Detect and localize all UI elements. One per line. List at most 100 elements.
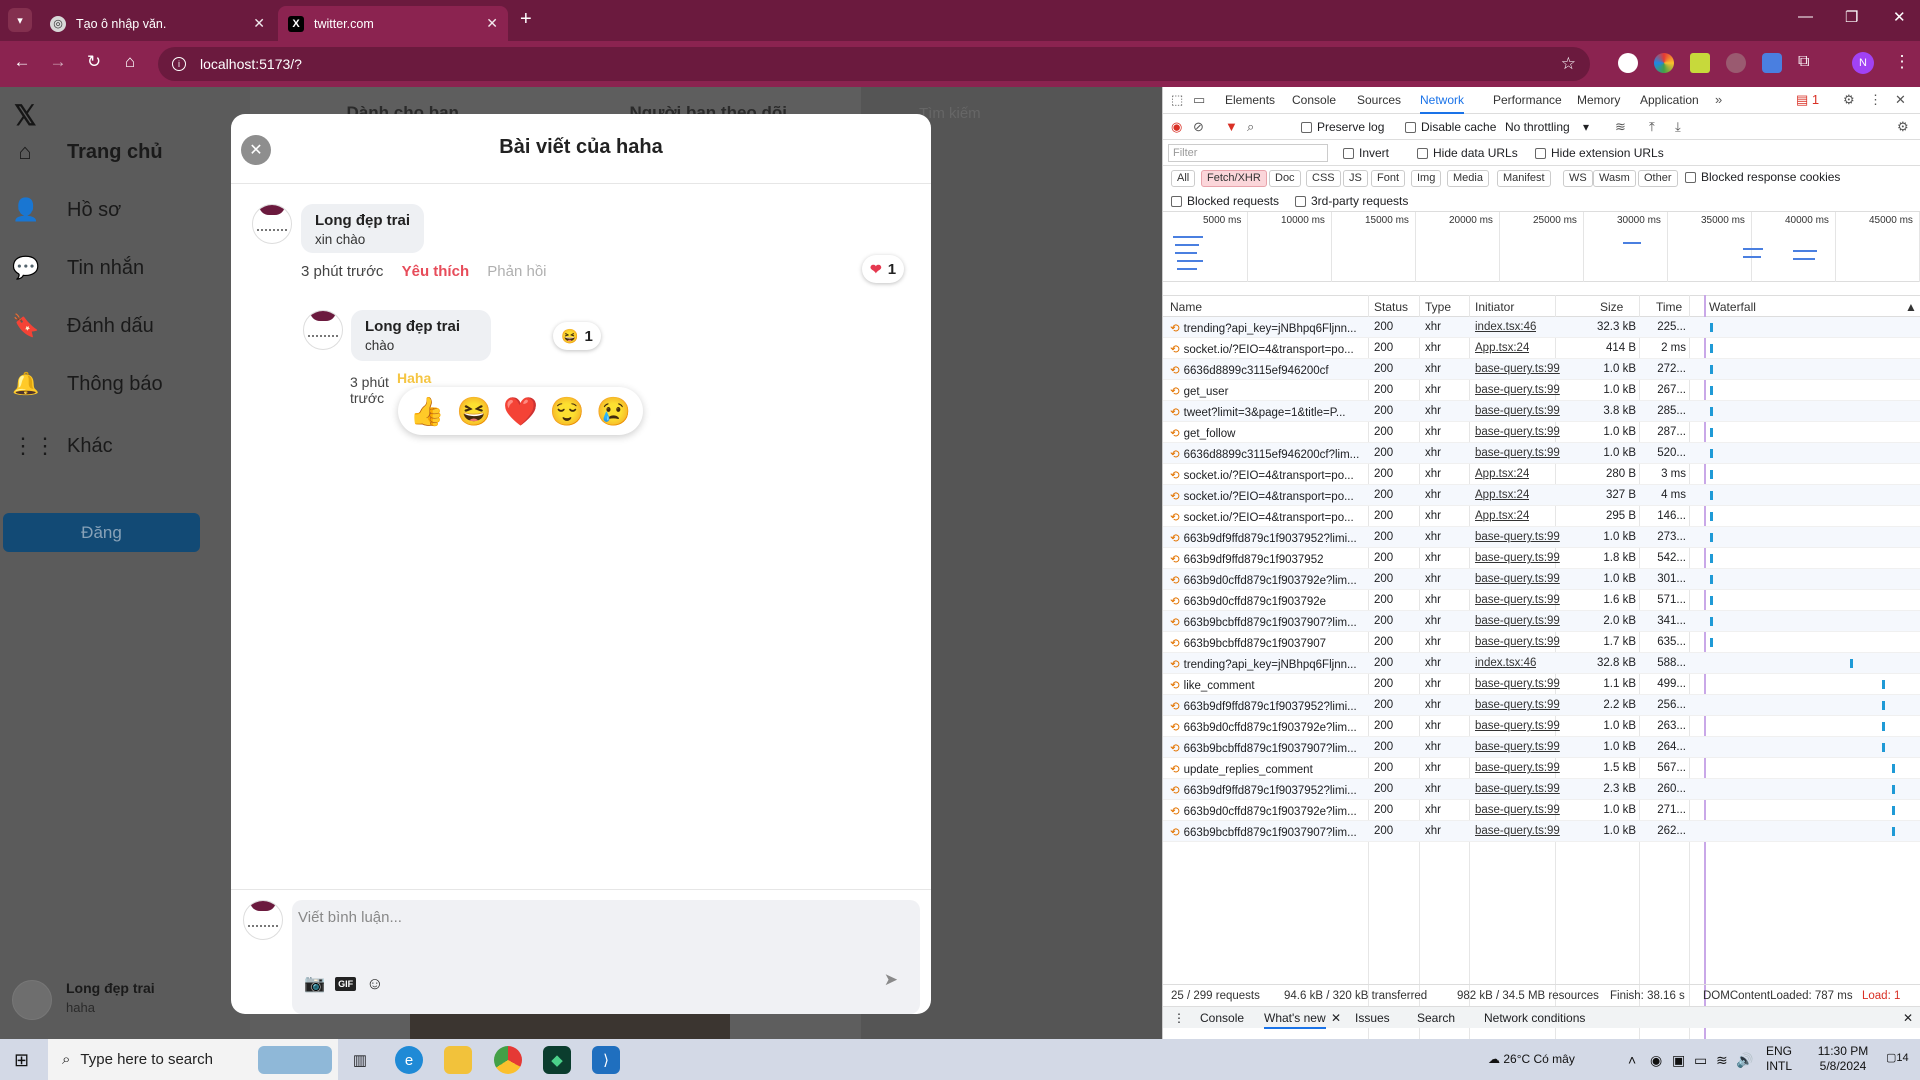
chip-img[interactable]: Img — [1411, 170, 1442, 187]
request-row[interactable]: ⟲ 663b9d0cffd879c1f903792e 200 xhr base-quer… — [1163, 590, 1920, 611]
request-initiator[interactable]: base-query.ts:99 — [1475, 531, 1560, 543]
clear-icon[interactable]: ⊘ — [1193, 119, 1204, 135]
current-user-card[interactable]: Long đẹp trai haha — [12, 980, 155, 1020]
request-initiator[interactable]: base-query.ts:99 — [1475, 783, 1560, 795]
task-view-icon[interactable]: ▥ — [346, 1046, 374, 1074]
chrome-icon[interactable] — [494, 1046, 522, 1074]
mongodb-compass-icon[interactable]: ◆ — [543, 1046, 571, 1074]
like-reaction-icon[interactable]: 👍 — [410, 395, 445, 428]
sad-reaction-icon[interactable]: 😢 — [596, 395, 631, 428]
search-icon[interactable]: ⌕ — [1247, 119, 1254, 135]
like-button[interactable]: Yêu thích — [402, 263, 470, 280]
gif-icon[interactable]: GIF — [335, 977, 357, 991]
reply-reaction-badge[interactable]: 😆 1 — [553, 322, 601, 350]
preserve-log-checkbox[interactable]: Preserve log — [1301, 120, 1384, 134]
col-status[interactable]: Status — [1374, 300, 1408, 314]
request-row[interactable]: ⟲ 663b9bcbffd879c1f9037907?lim... 200 xhr ba… — [1163, 737, 1920, 758]
nav-bookmarks[interactable]: 🔖 Đánh dấu — [12, 313, 154, 339]
extension-icon[interactable] — [1654, 53, 1674, 73]
request-row[interactable]: ⟲ like_comment 200 xhr base-query.ts:99 1.1 k… — [1163, 674, 1920, 695]
translate-icon[interactable] — [1762, 53, 1782, 73]
sort-up-icon[interactable]: ▲ — [1905, 300, 1917, 314]
chip-doc[interactable]: Doc — [1269, 170, 1301, 187]
blocked-requests-checkbox[interactable]: Blocked requests — [1171, 194, 1279, 208]
network-settings-icon[interactable]: ⚙ — [1897, 119, 1909, 135]
post-button[interactable]: Đăng — [3, 513, 200, 552]
extension-icon[interactable] — [1618, 53, 1638, 73]
drawer-menu-icon[interactable]: ⋮ — [1173, 1011, 1185, 1025]
col-name[interactable]: Name — [1170, 300, 1202, 314]
battery-icon[interactable]: ▭ — [1694, 1052, 1707, 1069]
browser-tab[interactable]: ◎ Tạo ô nhập văn. ✕ — [40, 6, 275, 41]
request-row[interactable]: ⟲ 663b9bcbffd879c1f9037907?lim... 200 xhr ba… — [1163, 611, 1920, 632]
request-row[interactable]: ⟲ 663b9d0cffd879c1f903792e?lim... 200 xhr ba… — [1163, 569, 1920, 590]
notification-center-icon[interactable]: ▢14 — [1886, 1051, 1909, 1064]
love-reaction-icon[interactable]: ❤️ — [503, 395, 538, 428]
new-tab-button[interactable]: + — [520, 8, 532, 31]
request-initiator[interactable]: base-query.ts:99 — [1475, 825, 1560, 837]
home-icon[interactable]: ⌂ — [118, 52, 142, 72]
chip-media[interactable]: Media — [1447, 170, 1489, 187]
address-bar[interactable]: i localhost:5173/? ☆ — [158, 47, 1590, 81]
request-row[interactable]: ⟲ 663b9df9ffd879c1f9037952 200 xhr base-quer… — [1163, 548, 1920, 569]
request-row[interactable]: ⟲ 6636d8899c3115ef946200cf 200 xhr base-quer… — [1163, 359, 1920, 380]
browser-tab-active[interactable]: X twitter.com ✕ — [278, 6, 508, 41]
disable-cache-checkbox[interactable]: Disable cache — [1405, 120, 1496, 134]
more-tabs-icon[interactable]: » — [1715, 92, 1722, 107]
chip-css[interactable]: CSS — [1306, 170, 1341, 187]
invert-checkbox[interactable]: Invert — [1343, 146, 1389, 160]
nav-messages[interactable]: 💬 Tin nhắn — [12, 255, 144, 281]
third-party-checkbox[interactable]: 3rd-party requests — [1295, 194, 1408, 208]
network-conditions-icon[interactable]: ≋ — [1615, 119, 1626, 135]
wifi-icon[interactable]: ≋ — [1716, 1052, 1728, 1069]
request-row[interactable]: ⟲ tweet?limit=3&page=1&title=P... 200 xhr ba… — [1163, 401, 1920, 422]
request-row[interactable]: ⟲ update_replies_comment 200 xhr base-query.… — [1163, 758, 1920, 779]
close-drawer-icon[interactable]: ✕ — [1903, 1011, 1913, 1025]
chip-wasm[interactable]: Wasm — [1593, 170, 1636, 187]
extension-icon[interactable] — [1726, 53, 1746, 73]
tab-network[interactable]: Network — [1420, 93, 1465, 114]
forward-icon[interactable]: → — [46, 52, 70, 72]
request-row[interactable]: ⟲ 663b9df9ffd879c1f9037952?limi... 200 xhr b… — [1163, 779, 1920, 800]
col-type[interactable]: Type — [1425, 300, 1451, 314]
request-row[interactable]: ⟲ get_user 200 xhr base-query.ts:99 1.0 kB 267… — [1163, 380, 1920, 401]
menu-kebab-icon[interactable]: ⋮ — [1890, 52, 1914, 72]
request-initiator[interactable]: base-query.ts:99 — [1475, 699, 1560, 711]
close-devtools-icon[interactable]: ✕ — [1895, 92, 1906, 108]
vscode-icon[interactable]: ⟩ — [592, 1046, 620, 1074]
request-row[interactable]: ⟲ 663b9bcbffd879c1f9037907?lim... 200 xhr ba… — [1163, 821, 1920, 842]
record-icon[interactable]: ◉ — [1171, 119, 1182, 135]
restore-icon[interactable]: ❐ — [1845, 8, 1858, 26]
edge-icon[interactable]: e — [395, 1046, 423, 1074]
request-initiator[interactable]: base-query.ts:99 — [1475, 405, 1560, 417]
comment-author[interactable]: Long đẹp trai — [315, 212, 410, 229]
close-drawer-tab-icon[interactable]: ✕ — [1331, 1011, 1341, 1025]
show-hidden-icons[interactable]: ˄ — [1628, 1052, 1636, 1068]
minimize-icon[interactable]: — — [1798, 8, 1813, 25]
request-initiator[interactable]: base-query.ts:99 — [1475, 720, 1560, 732]
request-initiator[interactable]: App.tsx:24 — [1475, 510, 1529, 522]
col-time[interactable]: Time — [1656, 300, 1682, 314]
tab-elements[interactable]: Elements — [1225, 93, 1275, 107]
import-har-icon[interactable]: ⤒ — [1649, 119, 1655, 135]
extensions-puzzle-icon[interactable]: ⧉ — [1798, 53, 1818, 73]
request-row[interactable]: ⟲ 663b9bcbffd879c1f9037907 200 xhr base-quer… — [1163, 632, 1920, 653]
back-icon[interactable]: ← — [10, 52, 34, 72]
request-initiator[interactable]: base-query.ts:99 — [1475, 573, 1560, 585]
tab-sources[interactable]: Sources — [1357, 93, 1401, 107]
search-highlight-image[interactable] — [258, 1046, 332, 1074]
nav-more[interactable]: ⋮⋮ Khác — [12, 433, 113, 459]
meet-icon[interactable]: ▣ — [1672, 1052, 1685, 1069]
request-initiator[interactable]: base-query.ts:99 — [1475, 636, 1560, 648]
bookmark-star-icon[interactable]: ☆ — [1561, 54, 1576, 74]
request-row[interactable]: ⟲ 663b9d0cffd879c1f903792e?lim... 200 xhr ba… — [1163, 800, 1920, 821]
tab-performance[interactable]: Performance — [1493, 93, 1562, 107]
chip-manifest[interactable]: Manifest — [1497, 170, 1551, 187]
request-initiator[interactable]: App.tsx:24 — [1475, 489, 1529, 501]
drawer-tab-search[interactable]: Search — [1417, 1011, 1455, 1025]
request-row[interactable]: ⟲ 663b9df9ffd879c1f9037952?limi... 200 xhr b… — [1163, 527, 1920, 548]
col-size[interactable]: Size — [1600, 300, 1623, 314]
request-row[interactable]: ⟲ socket.io/?EIO=4&transport=po... 200 xhr A… — [1163, 338, 1920, 359]
filter-input[interactable]: Filter — [1168, 144, 1328, 162]
export-har-icon[interactable]: ⤓ — [1675, 119, 1681, 135]
